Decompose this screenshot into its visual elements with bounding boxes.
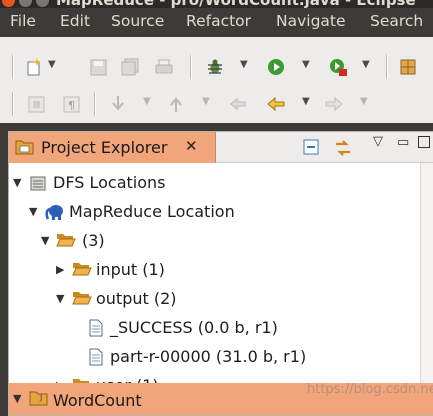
project-explorer-title: Project Explorer (41, 138, 168, 157)
menu-edit[interactable]: Edit (60, 12, 90, 30)
previous-annotation-icon[interactable] (166, 94, 186, 114)
file-icon (88, 348, 108, 366)
tree-item-label: part-r-00000 (31.0 b, r1) (110, 347, 307, 366)
save-icon[interactable] (88, 57, 108, 77)
previous-annotation-dropdown-icon[interactable]: ▼ (202, 96, 210, 107)
project-icon: J (29, 389, 49, 407)
project-explorer-header: Project Explorer ✕ ▽ ▭ (9, 132, 433, 163)
expanded-arrow-icon[interactable]: ▼ (56, 292, 64, 305)
collapsed-arrow-icon[interactable]: ▶ (56, 263, 64, 276)
window-title: MapReduce - pro/WordCount.java - Eclipse (56, 0, 416, 8)
expanded-arrow-icon[interactable]: ▼ (13, 176, 21, 189)
toolbar-separator (386, 55, 388, 79)
window-title-bar: MapReduce - pro/WordCount.java - Eclipse (0, 0, 433, 8)
vertical-scrollbar[interactable] (420, 163, 433, 384)
elephant-icon (45, 203, 65, 221)
toolbar-row-2: ¶ ▼ ▼ ▼ ▼ (0, 88, 433, 120)
paragraph-icon[interactable]: ¶ (61, 94, 81, 114)
watermark: https://blog.csdn.net/qq_38588898 (307, 382, 433, 397)
maximize-window-icon[interactable] (36, 0, 49, 7)
expanded-arrow-icon[interactable]: ▼ (41, 234, 49, 247)
tree-item-label: (3) (82, 231, 105, 250)
toggle-mark-icon[interactable] (26, 94, 46, 114)
menu-refactor[interactable]: Refactor (186, 12, 251, 30)
menu-file[interactable]: File (10, 12, 36, 30)
back-dropdown-icon[interactable]: ▼ (302, 96, 310, 107)
collapse-all-icon[interactable] (303, 139, 321, 157)
menu-source[interactable]: Source (111, 12, 164, 30)
tab-project-explorer[interactable]: Project Explorer ✕ (9, 132, 216, 163)
tree-item-label: MapReduce Location (69, 202, 235, 221)
toolbar-separator (190, 55, 192, 79)
next-annotation-dropdown-icon[interactable]: ▼ (143, 96, 151, 107)
new-wizard-icon[interactable] (24, 57, 44, 77)
main-toolbar: ▼ ▼ ▼ ▼ ¶ ▼ ▼ ▼ ▼ (0, 37, 433, 123)
tree-item-label: _SUCCESS (0.0 b, r1) (110, 318, 278, 337)
back-icon[interactable] (266, 94, 286, 114)
link-with-editor-icon[interactable] (333, 138, 353, 158)
run-icon[interactable] (266, 57, 286, 77)
debug-dropdown-icon[interactable]: ▼ (240, 59, 248, 70)
close-window-icon[interactable] (2, 0, 15, 7)
tree-item-label: WordCount (53, 391, 142, 410)
menubar: File Edit Source Refactor Navigate Searc… (0, 8, 433, 37)
project-tree: ▼ DFS Locations ▼ MapReduce Location ▼ (… (9, 163, 433, 415)
tree-item-output[interactable]: ▼ output (2) (9, 286, 433, 314)
forward-dropdown-icon[interactable]: ▼ (360, 96, 368, 107)
run-external-dropdown-icon[interactable]: ▼ (362, 59, 370, 70)
next-annotation-icon[interactable] (108, 94, 128, 114)
maximize-view-icon[interactable] (418, 136, 430, 148)
tree-item-label: input (1) (96, 260, 165, 279)
minimize-view-icon[interactable]: ▭ (397, 135, 409, 150)
run-dropdown-icon[interactable]: ▼ (302, 59, 310, 70)
new-dropdown-icon[interactable]: ▼ (48, 59, 56, 70)
folder-icon (56, 232, 76, 250)
last-edit-icon[interactable] (228, 94, 248, 114)
tree-item-part-file[interactable]: part-r-00000 (31.0 b, r1) (9, 344, 433, 372)
svg-text:¶: ¶ (68, 99, 75, 112)
open-type-icon[interactable] (398, 57, 418, 77)
toolbar-separator (12, 92, 14, 116)
close-tab-icon[interactable]: ✕ (185, 137, 198, 155)
tree-item-dfs-locations[interactable]: ▼ DFS Locations (9, 170, 433, 198)
menu-navigate[interactable]: Navigate (276, 12, 346, 30)
debug-icon[interactable] (205, 57, 225, 77)
tree-item-root-folder[interactable]: ▼ (3) (9, 228, 433, 256)
forward-icon[interactable] (324, 94, 344, 114)
folder-icon (72, 261, 92, 279)
print-icon[interactable] (154, 57, 174, 77)
tree-item-label: DFS Locations (53, 173, 166, 192)
menu-search[interactable]: Search (370, 12, 423, 30)
minimize-window-icon[interactable] (19, 0, 32, 7)
run-external-icon[interactable] (328, 57, 348, 77)
tree-item-success-file[interactable]: _SUCCESS (0.0 b, r1) (9, 315, 433, 343)
expanded-arrow-icon[interactable]: ▼ (13, 392, 21, 405)
toolbar-separator (94, 92, 96, 116)
project-explorer-icon (15, 138, 35, 156)
toolbar-separator (12, 55, 14, 79)
project-explorer-view: Project Explorer ✕ ▽ ▭ ▼ DFS Locations ▼… (8, 131, 433, 416)
expanded-arrow-icon[interactable]: ▼ (29, 205, 37, 218)
tree-item-mapreduce-location[interactable]: ▼ MapReduce Location (9, 199, 433, 227)
toolbar-row-1: ▼ ▼ ▼ ▼ (0, 51, 433, 83)
file-icon (88, 319, 108, 337)
tree-item-label: output (2) (96, 289, 177, 308)
svg-text:J: J (39, 393, 42, 402)
folder-icon (72, 290, 92, 308)
save-all-icon[interactable] (120, 57, 140, 77)
dfs-icon (29, 174, 49, 192)
view-menu-icon[interactable]: ▽ (373, 134, 383, 149)
tree-item-input[interactable]: ▶ input (1) (9, 257, 433, 285)
